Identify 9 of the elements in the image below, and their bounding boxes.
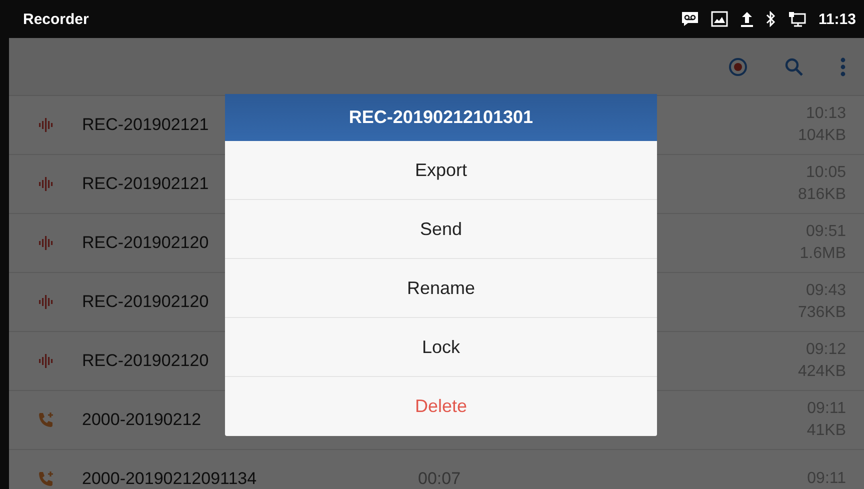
app-title: Recorder — [23, 10, 89, 28]
clock: 11:13 — [818, 10, 856, 28]
recording-name: 2000-20190212 — [82, 410, 202, 430]
dialog-title: REC-20190212101301 — [225, 94, 657, 141]
recording-name: REC-201902121 — [82, 174, 210, 194]
recording-name: REC-201902120 — [82, 292, 210, 312]
recording-name: 2000-20190212091134 — [82, 469, 258, 489]
recording-name: REC-201902120 — [82, 233, 210, 253]
recording-name: REC-201902120 — [82, 351, 210, 371]
